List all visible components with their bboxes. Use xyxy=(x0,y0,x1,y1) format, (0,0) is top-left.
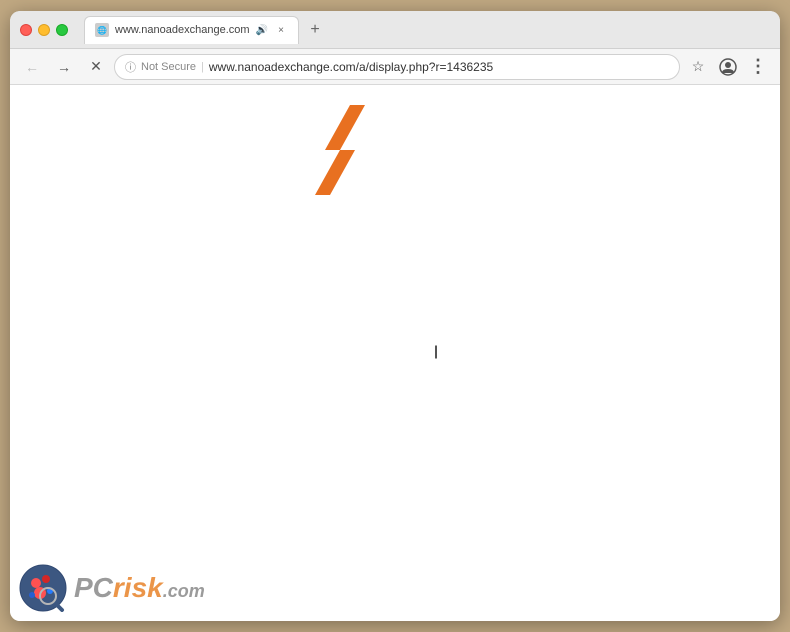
watermark-logo-icon xyxy=(18,563,68,613)
watermark-dotcom-text: .com xyxy=(163,581,205,602)
audio-icon[interactable]: 🔊 xyxy=(256,25,268,36)
tab-close-button[interactable]: × xyxy=(274,23,288,37)
maximize-button[interactable] xyxy=(56,24,68,36)
tab-favicon: 🌐 xyxy=(95,23,109,37)
browser-window: 🌐 www.nanoadexchange.com 🔊 × + ← → ✕ ⓘ N… xyxy=(10,11,780,621)
new-tab-button[interactable]: + xyxy=(303,18,327,42)
page-content: I PC risk .com xyxy=(10,85,780,621)
minimize-button[interactable] xyxy=(38,24,50,36)
profile-button[interactable] xyxy=(714,53,742,81)
security-icon: ⓘ xyxy=(125,59,136,75)
nav-actions: ☆ ⋮ xyxy=(684,53,772,81)
bookmark-button[interactable]: ☆ xyxy=(684,53,712,81)
address-bar[interactable]: ⓘ Not Secure | www.nanoadexchange.com/a/… xyxy=(114,54,680,80)
menu-button[interactable]: ⋮ xyxy=(744,53,772,81)
tab-area: 🌐 www.nanoadexchange.com 🔊 × + xyxy=(84,16,770,44)
tab-title: www.nanoadexchange.com xyxy=(115,24,250,36)
watermark-pc-text: PC xyxy=(74,572,113,604)
watermark: PC risk .com xyxy=(18,563,205,613)
watermark-brand: PC risk .com xyxy=(74,572,205,604)
watermark-risk-text: risk xyxy=(113,572,163,604)
traffic-lights xyxy=(20,24,68,36)
back-button[interactable]: ← xyxy=(18,53,46,81)
active-tab[interactable]: 🌐 www.nanoadexchange.com 🔊 × xyxy=(84,16,299,44)
separator: | xyxy=(201,61,204,73)
not-secure-label: Not Secure xyxy=(141,61,196,73)
arrow-annotation xyxy=(300,100,400,205)
reload-button[interactable]: ✕ xyxy=(82,53,110,81)
forward-button[interactable]: → xyxy=(50,53,78,81)
url-text: www.nanoadexchange.com/a/display.php?r=1… xyxy=(209,60,669,74)
title-bar: 🌐 www.nanoadexchange.com 🔊 × + xyxy=(10,11,780,49)
text-cursor: I xyxy=(434,343,438,364)
profile-icon xyxy=(719,58,737,76)
arrow-svg xyxy=(300,100,400,200)
nav-bar: ← → ✕ ⓘ Not Secure | www.nanoadexchange.… xyxy=(10,49,780,85)
close-button[interactable] xyxy=(20,24,32,36)
